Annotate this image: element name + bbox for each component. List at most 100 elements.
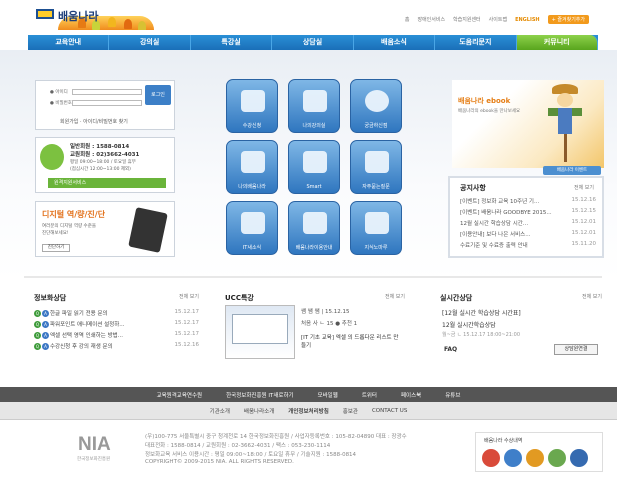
logo-mark[interactable] [36,9,54,19]
remote-support-button[interactable]: 원격지원서비스 [48,178,166,188]
tile-knowledge[interactable]: 지식노마루 [350,201,402,255]
book-icon [303,90,327,112]
question-icon [365,90,389,112]
notice-panel: 공지사항 전체 보기 [이벤트] 정보화 교육 10주년 기... 15.12.1… [448,176,604,258]
phone-general: 일반회원 : 1588-0814 [70,144,130,150]
notice-item[interactable]: [이용안내] 보다 나은 서비스... 15.12.01 [460,230,596,238]
footer-privacy[interactable]: 개인정보처리방침 [288,407,328,415]
tile-question[interactable]: 궁금하신점 [350,79,402,133]
qa-item[interactable]: Q A 파워포인트 애니메이션 설정하... 15.12.17 [34,320,199,329]
award-seal-icon [482,449,500,467]
learning-center-link[interactable]: 학습지원센터 [453,16,481,23]
nav-item-lecture[interactable]: 강의실 [109,35,191,50]
live-more-link[interactable]: 전체 보기 [582,293,602,300]
password-input[interactable] [72,100,142,106]
digital-desc-1: 여러분의 디지털 역량 수준을 [42,224,96,229]
footer-menu: 기관소개 배움나라소개 개인정보처리방침 홍보관 CONTACT US [0,402,617,420]
footer-intro[interactable]: 배움나라소개 [244,407,274,415]
footer-about[interactable]: 기관소개 [210,407,230,415]
footer-contact[interactable]: CONTACT US [372,408,407,414]
ebook-banner[interactable]: 배움나라 ebook 배움나라의 ebook을 만나보세요 [452,80,604,168]
notice-item[interactable]: 수료기준 및 수료증 출력 안내 15.11.20 [460,241,596,249]
footer-link-nia[interactable]: 한국정보화진흥원 IT새로하기 [226,391,293,399]
phone-icon [303,151,327,173]
nav-item-news[interactable]: 배움소식 [354,35,436,50]
paper-icon [241,151,265,173]
tile-faq[interactable]: 자주묻는질문 [350,140,402,194]
footer-link-twitter[interactable]: 트위터 [362,391,377,399]
accessibility-link[interactable]: 장애인서비스 [417,16,445,23]
footer-link-youtube[interactable]: 유튜브 [445,391,460,399]
utility-links: 홈 장애인서비스 학습지원센터 사이트맵 ENGLISH + 즐겨찾기추가 [405,15,589,24]
nav-item-education[interactable]: 교육안내 [28,35,110,50]
tile-smart[interactable]: Smart [288,140,340,194]
event-button[interactable]: 배움나라 이벤트 [543,166,601,175]
tile-my-classroom[interactable]: 나의강의실 [288,79,340,133]
mascot-icon [40,144,64,170]
consult-panel: 일반회원 : 1588-0814 교원회원 : 02)3662-4031 평일 … [35,137,175,193]
main-navigation: 교육안내 강의실 특강실 상담실 배움소식 도움리문지 커뮤니티 [28,35,598,50]
ucc-more-link[interactable]: 전체 보기 [385,293,405,300]
tablet-icon [128,207,168,253]
qa-item[interactable]: Q A 한글 파일 읽기 전용 문의 15.12.17 [34,309,199,318]
news-icon [241,212,265,234]
award-title: 배움나라 수상내역 [484,438,523,444]
nia-subtitle: 한국정보화진흥원 [77,457,111,462]
notice-title: 공지사항 [460,184,486,192]
ucc-meta-1: 쌤 쌤 쌤 | 15.12.15 [301,309,350,315]
nav-item-consult[interactable]: 상담실 [272,35,354,50]
live-line-3: 월~금 ㄴ 15.12.17 18:00~21:00 [442,332,521,338]
password-label: ● 비밀번호 [50,101,72,106]
agent-connect-button[interactable]: 상담원연결 [554,344,598,355]
footer-pr[interactable]: 홍보관 [343,407,358,415]
ebook-desc: 배움나라의 ebook을 만나보세요 [458,109,521,114]
live-title: 실시간상담 [440,294,473,302]
notice-item[interactable]: [이벤트] 정보화 교육 10주년 기... 15.12.16 [460,197,596,205]
ucc-video-title[interactable]: [IT 기초 교육] 엑셀 의 드롭다운 리스트 만들기 [301,333,401,349]
register-icon [241,90,265,112]
sitemap-link[interactable]: 사이트맵 [489,16,507,23]
address-line-2: 대표전화 : 1588-0814 / 교원회원 : 02-3662-4031 /… [145,443,331,449]
home-link[interactable]: 홈 [405,16,410,23]
footer-link-mobile[interactable]: 모바일웹 [318,391,338,399]
tile-register[interactable]: 수강신청 [226,79,278,133]
notice-more-link[interactable]: 전체 보기 [574,184,594,191]
tile-it-news[interactable]: IT새소식 [226,201,278,255]
nav-item-help[interactable]: 도움리문지 [435,35,517,50]
copyright: COPYRIGHT© 2009-2015 NIA. ALL RIGHTS RES… [145,459,294,465]
diagnose-button[interactable]: 진단하기 [42,244,70,252]
faq-label[interactable]: FAQ [444,346,457,353]
digital-title: 디지털 역/량/진/단 [42,210,106,219]
logo-text[interactable]: 배움나라 [58,8,98,24]
tile-my-page[interactable]: 나의배움나라 [226,140,278,194]
qa-item[interactable]: Q A 수강신청 후 강의 재생 문의 15.12.16 [34,342,199,351]
english-link[interactable]: ENGLISH [515,17,540,23]
qa-item[interactable]: Q A 엑셀 선택 영역 인쇄하는 방법... 15.12.17 [34,331,199,340]
notice-item[interactable]: [이벤트] 배움나라 GOODBYE 2015... 15.12.15 [460,208,596,216]
qa-title: 정보화상담 [34,294,67,302]
nav-item-special[interactable]: 특강실 [191,35,273,50]
tile-guide[interactable]: 배움나라이용안내 [288,201,340,255]
footer-link-bar: 교육원격교육연수원 한국정보화진흥원 IT새로하기 모바일웹 트위터 페이스북 … [0,387,617,402]
notice-item[interactable]: 12월 실시간 학습상담 시간... 15.12.01 [460,219,596,227]
footer-link-teacher[interactable]: 교육원격교육연수원 [157,391,203,399]
footer-link-facebook[interactable]: 페이스북 [401,391,421,399]
favorite-button[interactable]: + 즐겨찾기추가 [547,15,589,24]
section-divider [24,276,602,278]
books-icon [365,212,389,234]
qa-more-link[interactable]: 전체 보기 [179,293,199,300]
live-line-1[interactable]: [12월 실시간 학습상담 시간표] [442,308,521,317]
login-button[interactable]: 로그인 [145,85,171,105]
ucc-title: UCC특강 [225,294,254,302]
address-line-1: (우)100-775 서울특별시 중구 청계천로 14 한국정보화진흥원 / 사… [145,434,407,440]
ucc-section: UCC특강 전체 보기 쌤 쌤 쌤 | 15.12.15 처음 사 ㄴ 15 ●… [225,293,405,365]
qa-section: 정보화상담 전체 보기 Q A 한글 파일 읽기 전용 문의 15.12.17 QA파… [34,293,199,365]
award-seal-icon [548,449,566,467]
ucc-thumbnail[interactable] [225,305,295,359]
ebook-title: 배움나라 ebook [458,97,511,105]
digital-diagnosis-panel: 디지털 역/량/진/단 여러분의 디지털 역량 수준을 진단해보세요! 진단하기 [35,201,175,257]
id-input[interactable] [72,89,142,95]
nav-item-community[interactable]: 커뮤니티 [516,35,598,50]
find-account-link[interactable]: 회원가입 · 아이디/비밀번호 찾기 [60,118,128,125]
id-label: ● 아이디 [50,90,68,95]
